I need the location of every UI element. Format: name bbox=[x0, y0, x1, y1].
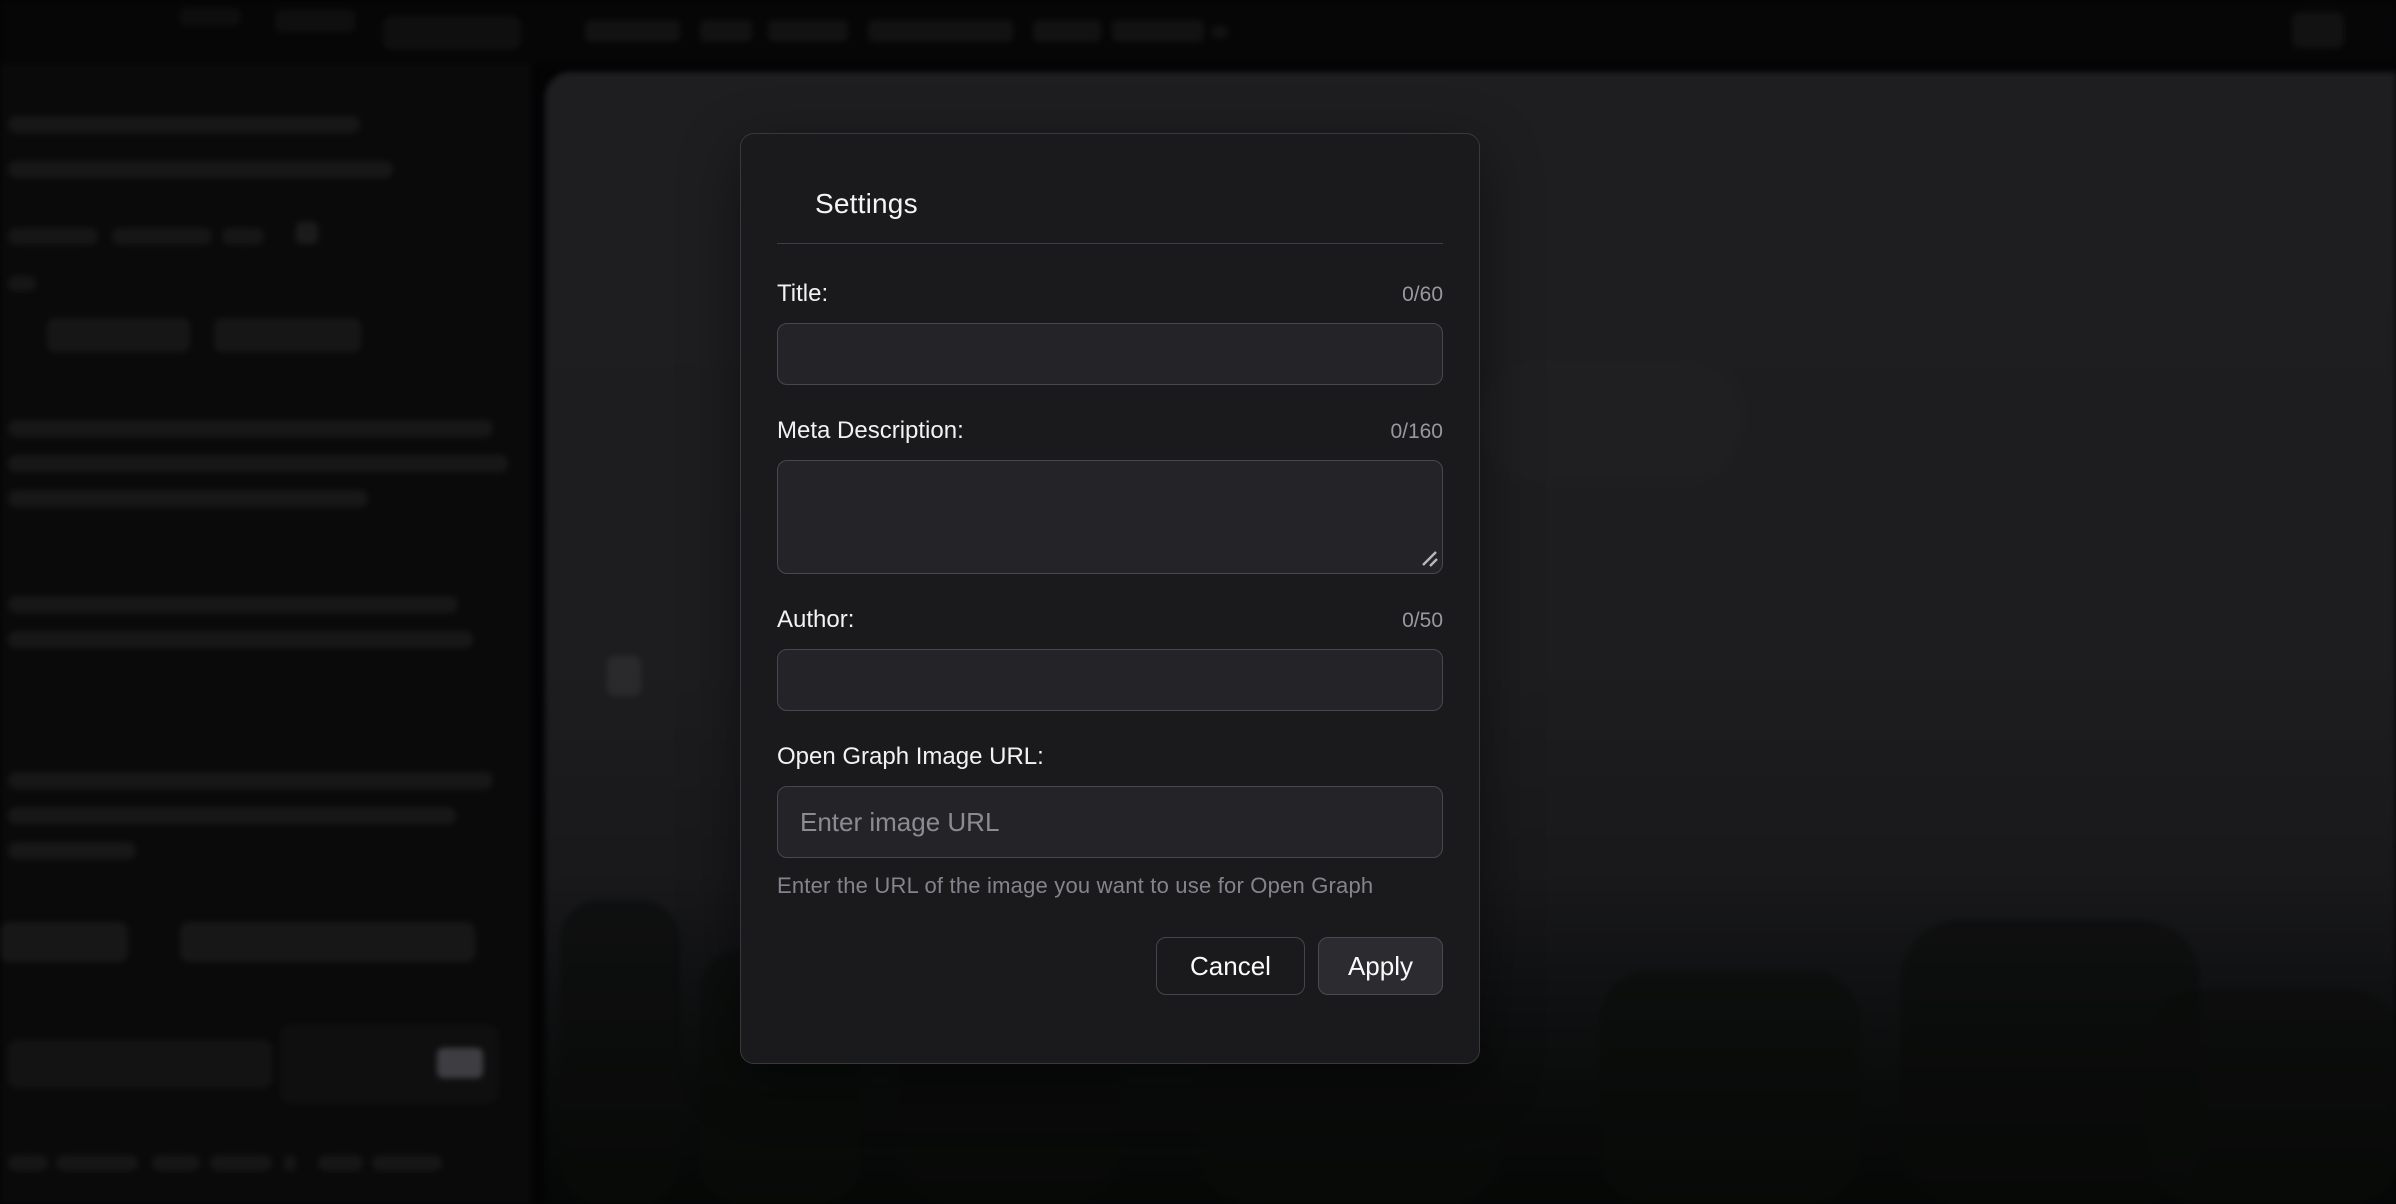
title-input[interactable] bbox=[777, 323, 1443, 385]
blurred-blob bbox=[1033, 20, 1101, 42]
blurred-blob bbox=[0, 922, 128, 962]
meta-description-field-group: Meta Description: 0/160 bbox=[777, 417, 1443, 574]
sidebar-panel bbox=[0, 64, 531, 1204]
author-label: Author: bbox=[777, 606, 854, 634]
settings-modal: Settings Title: 0/60 Meta Description: 0… bbox=[740, 133, 1480, 1064]
title-field-group: Title: 0/60 bbox=[777, 280, 1443, 385]
modal-footer: Cancel Apply bbox=[777, 937, 1443, 995]
blurred-blob bbox=[1600, 970, 1860, 1204]
blurred-blob bbox=[1112, 20, 1204, 42]
blurred-blob bbox=[56, 1155, 138, 1171]
blurred-blob bbox=[8, 1040, 272, 1088]
resize-handle-icon[interactable] bbox=[1418, 547, 1438, 567]
blurred-blob bbox=[8, 807, 456, 824]
blurred-blob bbox=[607, 656, 641, 696]
blurred-blob bbox=[296, 222, 318, 244]
blurred-blob bbox=[284, 1155, 296, 1171]
blurred-blob bbox=[214, 318, 361, 352]
blurred-blob bbox=[2292, 12, 2344, 48]
blurred-blob bbox=[1480, 360, 1740, 480]
modal-title: Settings bbox=[815, 188, 1443, 220]
blurred-blob bbox=[560, 900, 680, 1204]
topbar bbox=[0, 0, 2396, 64]
author-char-counter: 0/50 bbox=[1402, 609, 1443, 633]
blurred-blob bbox=[8, 772, 493, 789]
blurred-blob bbox=[8, 116, 360, 133]
blurred-blob bbox=[8, 276, 36, 291]
meta-description-label: Meta Description: bbox=[777, 417, 964, 445]
blurred-blob bbox=[8, 420, 493, 437]
blurred-blob bbox=[8, 228, 98, 245]
blurred-blob bbox=[112, 228, 212, 245]
blurred-blob bbox=[8, 490, 368, 507]
blurred-blob bbox=[8, 1155, 48, 1171]
blurred-blob bbox=[1212, 26, 1228, 38]
meta-description-textarea[interactable] bbox=[777, 460, 1443, 574]
blurred-blob bbox=[180, 8, 240, 26]
blurred-blob bbox=[8, 161, 393, 178]
blurred-blob bbox=[318, 1155, 363, 1171]
blurred-blob bbox=[868, 20, 1013, 42]
blurred-blob bbox=[700, 20, 752, 42]
blurred-blob bbox=[222, 228, 264, 245]
og-image-label: Open Graph Image URL: bbox=[777, 743, 1044, 771]
app-root: Settings Title: 0/60 Meta Description: 0… bbox=[0, 0, 2396, 1204]
blurred-blob bbox=[47, 318, 190, 352]
blurred-blob bbox=[275, 10, 355, 32]
blurred-blob bbox=[585, 20, 680, 42]
blurred-blob bbox=[210, 1155, 272, 1171]
blurred-blob bbox=[768, 20, 848, 42]
blurred-blob bbox=[372, 1155, 442, 1171]
author-field-group: Author: 0/50 bbox=[777, 606, 1443, 711]
blurred-blob bbox=[8, 596, 458, 613]
blurred-blob bbox=[180, 922, 475, 962]
blurred-blob bbox=[383, 16, 521, 50]
blurred-blob bbox=[2150, 990, 2396, 1204]
blurred-blob bbox=[152, 1155, 200, 1171]
og-image-url-input[interactable] bbox=[777, 786, 1443, 858]
modal-divider bbox=[777, 243, 1443, 244]
blurred-blob bbox=[8, 842, 136, 859]
blurred-blob bbox=[437, 1048, 483, 1078]
blurred-blob bbox=[8, 455, 508, 472]
meta-description-char-counter: 0/160 bbox=[1390, 420, 1443, 444]
blurred-blob bbox=[8, 631, 473, 648]
title-label: Title: bbox=[777, 280, 828, 308]
title-char-counter: 0/60 bbox=[1402, 283, 1443, 307]
og-image-helper-text: Enter the URL of the image you want to u… bbox=[777, 873, 1443, 899]
apply-button[interactable]: Apply bbox=[1318, 937, 1443, 995]
og-image-field-group: Open Graph Image URL: Enter the URL of t… bbox=[777, 743, 1443, 899]
author-input[interactable] bbox=[777, 649, 1443, 711]
cancel-button[interactable]: Cancel bbox=[1156, 937, 1305, 995]
